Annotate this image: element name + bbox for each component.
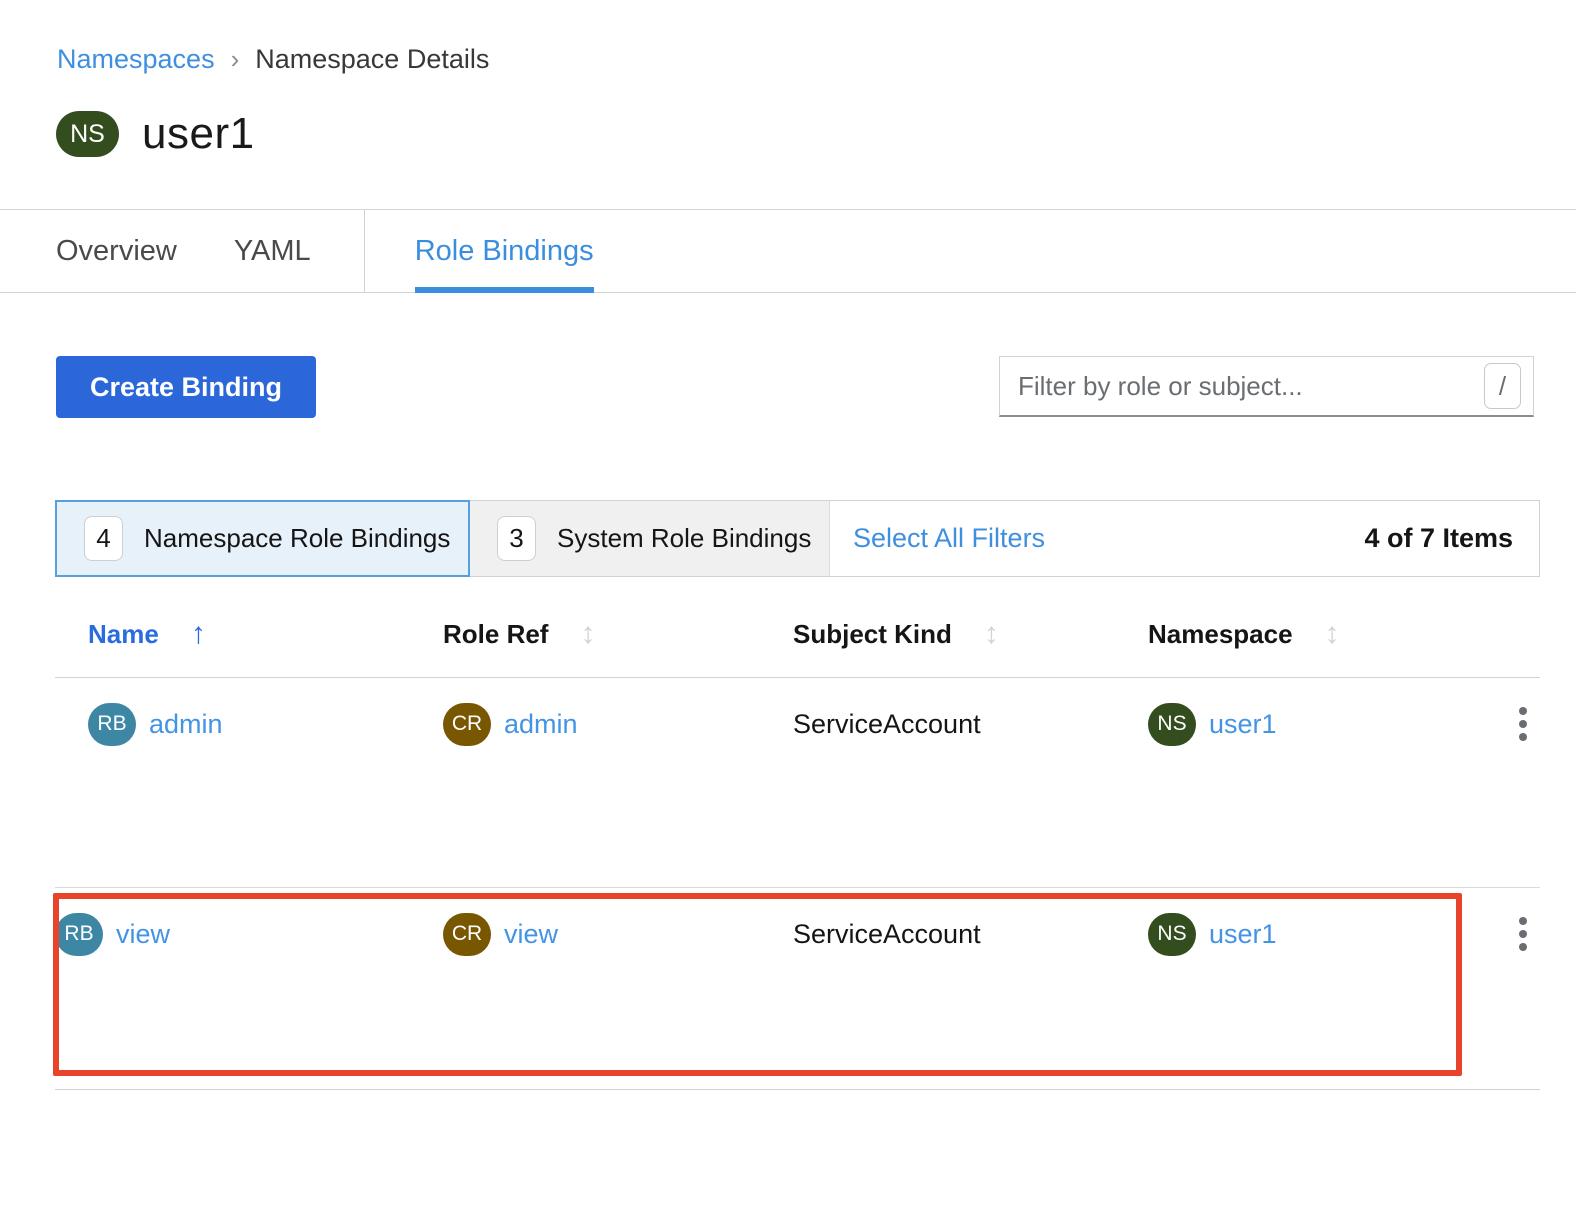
role-bindings-table: Name ↑ Role Ref ↕ Subject Kind ↕ Namespa… [53, 577, 1543, 1090]
cell-subject-kind: ServiceAccount [793, 910, 1148, 958]
cell-role-ref: CR view [443, 910, 793, 958]
tab-divider [363, 210, 365, 292]
sort-both-icon: ↕ [983, 617, 999, 650]
column-header-role-ref[interactable]: Role Ref ↕ [443, 617, 793, 651]
role-binding-badge: RB [88, 702, 136, 746]
items-count: 4 of 7 Items [1364, 523, 1513, 553]
breadcrumb: Namespaces › Namespace Details [57, 44, 1576, 75]
namespace-badge: NS [56, 111, 119, 157]
namespace-link[interactable]: user1 [1209, 709, 1277, 740]
subject-kind-value: ServiceAccount [793, 918, 981, 949]
cluster-role-link[interactable]: view [504, 919, 558, 950]
sort-both-icon: ↕ [580, 617, 596, 650]
sort-both-icon: ↕ [1324, 617, 1340, 650]
namespace-badge: NS [1148, 702, 1196, 746]
table-row: RB admin CR admin ServiceAccount NS user… [55, 678, 1540, 888]
sort-ascending-icon: ↑ [190, 617, 206, 650]
subject-kind-value: ServiceAccount [793, 708, 981, 739]
filter-chip-system-role-bindings[interactable]: 3 System Role Bindings [470, 501, 830, 576]
tab-yaml[interactable]: YAML [234, 210, 311, 292]
page-title-row: NS user1 [56, 109, 1576, 159]
kebab-menu-button[interactable] [1503, 910, 1543, 958]
keyboard-shortcut-hint: / [1484, 363, 1521, 409]
cluster-role-badge: CR [443, 912, 491, 956]
column-header-name[interactable]: Name ↑ [55, 617, 443, 651]
cell-name: RB admin [55, 700, 443, 748]
cell-namespace: NS user1 [1148, 700, 1500, 748]
column-label: Name [88, 618, 159, 649]
role-binding-link[interactable]: admin [149, 709, 223, 740]
create-binding-button[interactable]: Create Binding [56, 356, 317, 418]
cell-role-ref: CR admin [443, 700, 793, 748]
table-header-row: Name ↑ Role Ref ↕ Subject Kind ↕ Namespa… [55, 577, 1540, 678]
toolbar: Create Binding / [56, 356, 1534, 418]
breadcrumb-separator-icon: › [230, 44, 240, 74]
filter-input-wrapper: / [999, 356, 1534, 417]
chip-label: System Role Bindings [557, 523, 812, 553]
select-all-filters-link[interactable]: Select All Filters [853, 523, 1045, 554]
tab-role-bindings[interactable]: Role Bindings [414, 210, 594, 293]
chip-count-badge: 3 [497, 516, 536, 561]
namespace-badge: NS [1148, 912, 1196, 956]
cell-namespace: NS user1 [1148, 910, 1500, 958]
tab-overview[interactable]: Overview [56, 210, 177, 292]
cluster-role-link[interactable]: admin [504, 709, 578, 740]
kebab-menu-button[interactable] [1503, 700, 1543, 748]
filter-input[interactable] [1018, 370, 1484, 402]
page-title: user1 [142, 109, 255, 158]
cell-name: RB view [55, 910, 443, 958]
role-binding-link[interactable]: view [116, 919, 170, 950]
filter-chip-namespace-role-bindings[interactable]: 4 Namespace Role Bindings [55, 500, 470, 577]
column-label: Role Ref [443, 618, 549, 649]
cell-subject-kind: ServiceAccount [793, 700, 1148, 748]
chip-count-badge: 4 [84, 516, 123, 561]
column-label: Subject Kind [793, 618, 952, 649]
role-binding-badge: RB [55, 912, 103, 956]
column-label: Namespace [1148, 618, 1293, 649]
tab-bar: Overview YAML Role Bindings [0, 209, 1576, 293]
namespace-link[interactable]: user1 [1209, 919, 1277, 950]
column-header-subject-kind[interactable]: Subject Kind ↕ [793, 617, 1148, 651]
cluster-role-badge: CR [443, 702, 491, 746]
breadcrumb-link-namespaces[interactable]: Namespaces [57, 44, 215, 75]
column-header-namespace[interactable]: Namespace ↕ [1148, 617, 1500, 651]
table-row: RB view CR view ServiceAccount NS user1 [53, 888, 1543, 1090]
filter-bar: 4 Namespace Role Bindings 3 System Role … [55, 500, 1540, 577]
breadcrumb-current: Namespace Details [255, 44, 490, 74]
chip-label: Namespace Role Bindings [144, 523, 451, 553]
